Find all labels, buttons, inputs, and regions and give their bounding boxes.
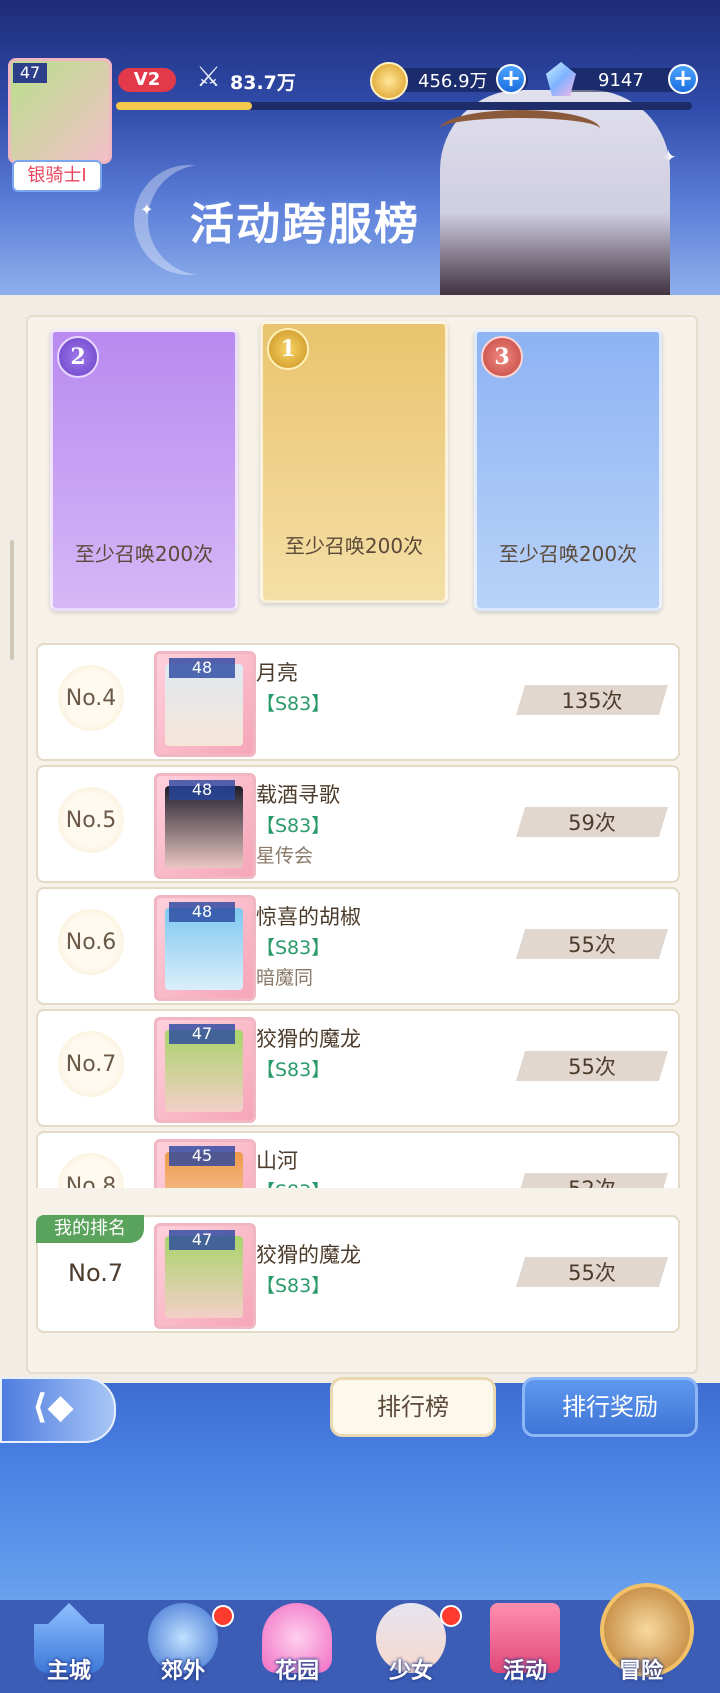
avatar-level: 47: [169, 1024, 235, 1044]
player-name: 月亮: [256, 661, 298, 685]
player-avatar[interactable]: 47: [154, 1017, 256, 1123]
rank-number: No.4: [58, 665, 124, 731]
rank-number: No.8: [58, 1153, 124, 1188]
rank-title-badge: 银骑士Ⅰ: [12, 160, 102, 192]
player-name: 狡猾的魔龙: [256, 1027, 361, 1051]
player-name: 惊喜的胡椒: [256, 905, 361, 929]
nav-label: 少女: [388, 1659, 433, 1684]
summon-count: 59次: [516, 807, 668, 837]
player-avatar[interactable]: 48: [154, 773, 256, 879]
podium-requirement: 至少召唤200次: [284, 534, 424, 558]
rank-3-medal-icon: 3: [481, 336, 523, 378]
player-server: 【S83】: [256, 815, 331, 837]
player-guild: 暗魔同: [256, 967, 314, 989]
player-avatar[interactable]: 48: [154, 651, 256, 757]
summon-count: 55次: [516, 929, 668, 959]
leaderboard-panel: 2 至少召唤200次 1 至少召唤200次 3 至少召唤200次 No.4 48…: [0, 295, 720, 1383]
nav-events[interactable]: 活动: [470, 1603, 580, 1693]
gold-amount: 456.9万: [418, 71, 488, 92]
back-button[interactable]: ⟨◆: [0, 1377, 116, 1443]
rank-number: No.5: [58, 787, 124, 853]
nav-garden[interactable]: 花园: [242, 1603, 352, 1693]
leaderboard-row[interactable]: No.5 48 载酒寻歌 【S83】 星传会 59次: [36, 765, 680, 883]
rank-number: No.6: [58, 909, 124, 975]
avatar-level: 48: [169, 658, 235, 678]
leaderboard-row[interactable]: No.6 48 惊喜的胡椒 【S83】 暗魔同 55次: [36, 887, 680, 1005]
summon-count: 55次: [516, 1257, 668, 1287]
avatar-level: 48: [169, 902, 235, 922]
podium-requirement: 至少召唤200次: [498, 542, 638, 566]
player-avatar[interactable]: 45: [154, 1139, 256, 1188]
player-guild: 星传会: [256, 845, 314, 867]
player-server: 【S83】: [256, 1177, 330, 1188]
player-server: 【S83】: [256, 1059, 331, 1081]
player-avatar[interactable]: 48: [154, 895, 256, 1001]
avatar-level: 45: [169, 1146, 235, 1166]
exp-bar: [116, 102, 692, 110]
nav-outskirts[interactable]: 郊外: [128, 1603, 238, 1693]
summon-count: 55次: [516, 1051, 668, 1081]
gold-coin-icon: [370, 62, 408, 100]
podium-card-rank-2[interactable]: 2 至少召唤200次: [50, 329, 238, 611]
nav-girls[interactable]: 少女: [356, 1603, 466, 1693]
player-server: 【S83】: [256, 937, 331, 959]
notification-dot: [212, 1605, 234, 1627]
leaderboard-list[interactable]: No.4 48 月亮 【S83】 135次 No.5 48 载酒寻歌 【S83】…: [28, 643, 696, 1188]
add-gem-button[interactable]: +: [668, 64, 698, 94]
notification-dot: [440, 1605, 462, 1627]
gem-amount: 9147: [598, 69, 644, 91]
vip-badge[interactable]: V2: [118, 68, 176, 92]
avatar-level: 47: [169, 1230, 235, 1250]
star-icon: ✦: [140, 200, 154, 219]
my-rank-label: 我的排名: [36, 1215, 144, 1243]
player-avatar[interactable]: 47: [8, 58, 112, 164]
player-server: 【S83】: [256, 1275, 331, 1297]
nav-label: 主城: [46, 1659, 91, 1684]
player-server: 【S83】: [256, 693, 331, 715]
podium-requirement: 至少召唤200次: [74, 542, 214, 566]
leaderboard-row[interactable]: No.8 45 山河 【S83】 52次: [36, 1131, 680, 1188]
nav-label: 郊外: [160, 1659, 205, 1684]
sword-icon: ⚔: [196, 60, 222, 93]
nav-label: 活动: [502, 1659, 547, 1684]
my-rank-number: No.7: [68, 1259, 124, 1287]
exp-bar-fill: [116, 102, 252, 110]
nav-adventure[interactable]: 冒险: [586, 1583, 696, 1693]
header-banner: ✦ ✦ 47 银骑士Ⅰ V2 ⚔ 83.7万 456.9万 + 9147 + 活…: [0, 0, 720, 295]
player-name: 山河: [256, 1149, 298, 1173]
rank-1-medal-icon: 1: [267, 328, 309, 370]
rank-number: No.7: [58, 1031, 124, 1097]
player-name: 狡猾的魔龙: [256, 1243, 361, 1267]
combat-power: 83.7万: [230, 72, 296, 94]
ranking-button[interactable]: 排行榜: [330, 1377, 496, 1437]
panel-frame: 2 至少召唤200次 1 至少召唤200次 3 至少召唤200次 No.4 48…: [26, 315, 698, 1374]
player-level-badge: 47: [13, 63, 47, 83]
rank-2-medal-icon: 2: [57, 336, 99, 378]
summon-count: 135次: [516, 685, 668, 715]
scrollbar[interactable]: [10, 540, 14, 660]
page-title: 活动跨服榜: [190, 199, 420, 250]
leaderboard-row[interactable]: No.7 47 狡猾的魔龙 【S83】 55次: [36, 1009, 680, 1127]
add-gold-button[interactable]: +: [496, 64, 526, 94]
nav-bar: 主城 郊外 花园 少女 活动 冒险: [10, 1483, 710, 1684]
summon-count: 52次: [516, 1173, 668, 1188]
avatar-level: 48: [169, 780, 235, 800]
podium-card-rank-3[interactable]: 3 至少召唤200次: [474, 329, 662, 611]
nav-label: 花园: [274, 1659, 319, 1684]
player-name: 载酒寻歌: [256, 783, 340, 807]
nav-main-city[interactable]: 主城: [14, 1603, 124, 1693]
podium-card-rank-1[interactable]: 1 至少召唤200次: [260, 321, 448, 603]
antler-decoration: [440, 110, 600, 148]
leaderboard-row[interactable]: No.4 48 月亮 【S83】 135次: [36, 643, 680, 761]
back-arrow-icon: ⟨◆: [32, 1387, 74, 1427]
ranking-rewards-button[interactable]: 排行奖励: [522, 1377, 698, 1437]
player-avatar[interactable]: 47: [154, 1223, 256, 1329]
my-rank-row[interactable]: 我的排名 No.7 47 狡猾的魔龙 【S83】 55次: [36, 1215, 680, 1333]
bottom-bar: ⟨◆ 排行榜 排行奖励 主城 郊外 花园 少女 活动 冒险: [0, 1377, 720, 1684]
nav-label: 冒险: [618, 1659, 663, 1684]
